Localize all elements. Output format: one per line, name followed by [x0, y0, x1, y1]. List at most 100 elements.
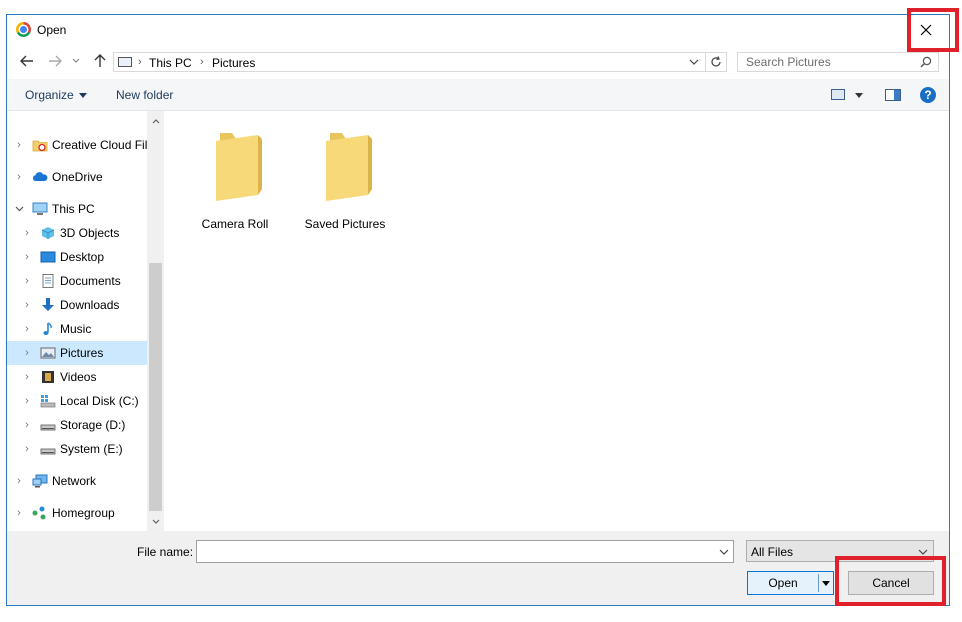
organize-button[interactable]: Organize: [25, 88, 87, 102]
chevron-right-icon: ›: [25, 347, 29, 359]
file-name-input[interactable]: [197, 541, 720, 562]
music-icon: [40, 322, 56, 336]
recent-locations-button[interactable]: [71, 53, 81, 69]
documents-icon: [40, 274, 56, 288]
chrome-icon: [16, 22, 31, 37]
nav-label: OneDrive: [52, 170, 103, 184]
navigation-scrollbar[interactable]: [147, 111, 164, 531]
change-view-icon[interactable]: [831, 89, 845, 100]
chevron-down-icon: [14, 204, 24, 214]
nav-item-this-pc[interactable]: This PC: [7, 197, 147, 221]
chevron-right-icon: ›: [25, 275, 29, 287]
search-box[interactable]: [737, 52, 939, 72]
nav-item-onedrive[interactable]: › OneDrive: [7, 165, 147, 189]
back-arrow-icon: [20, 55, 33, 67]
refresh-button[interactable]: [705, 53, 726, 71]
up-button[interactable]: [92, 53, 108, 69]
address-bar[interactable]: › This PC › Pictures: [113, 52, 727, 72]
open-options-caret-icon[interactable]: [822, 581, 830, 586]
preview-pane-icon[interactable]: [885, 89, 901, 101]
chevron-right-icon: ›: [25, 371, 29, 383]
close-icon: [920, 24, 932, 36]
nav-label: Creative Cloud Fil: [52, 138, 148, 152]
chevron-right-icon: ›: [17, 475, 21, 487]
open-dialog: Open › This PC › Pictures Search Picture…: [6, 14, 950, 606]
nav-item-music[interactable]: › Music: [7, 317, 147, 341]
nav-label: Pictures: [60, 346, 104, 360]
file-name-combobox[interactable]: [196, 540, 734, 563]
chevron-down-icon: [918, 549, 928, 555]
search-input[interactable]: [738, 53, 921, 71]
this-pc-icon: [32, 202, 48, 216]
back-button[interactable]: [19, 53, 35, 69]
forward-button[interactable]: [47, 53, 63, 69]
nav-label: Documents: [60, 274, 121, 288]
nav-item-creative-cloud[interactable]: › Creative Cloud Fil: [7, 133, 147, 157]
address-dropdown-button[interactable]: [686, 54, 702, 70]
nav-label: Storage (D:): [60, 418, 126, 432]
nav-item-network[interactable]: › Network: [7, 469, 147, 493]
help-icon[interactable]: ?: [920, 87, 936, 103]
nav-item-desktop[interactable]: › Desktop: [7, 245, 147, 269]
videos-icon: [40, 370, 56, 384]
drive-icon: [40, 418, 56, 432]
folder-icon: [216, 133, 262, 201]
desktop-icon: [40, 250, 56, 264]
nav-item-pictures[interactable]: › Pictures: [7, 341, 147, 365]
chevron-right-icon: ›: [25, 323, 29, 335]
nav-item-3d-objects[interactable]: › 3D Objects: [7, 221, 147, 245]
close-button[interactable]: [903, 15, 949, 45]
folder-label: Saved Pictures: [304, 217, 386, 231]
forward-arrow-icon: [49, 55, 62, 67]
open-button[interactable]: Open: [747, 571, 834, 595]
command-bar: Organize New folder ?: [7, 79, 949, 111]
address-row: › This PC › Pictures: [7, 45, 949, 79]
file-list: Camera Roll Saved Pictures: [164, 111, 949, 531]
open-label: Open: [768, 576, 798, 590]
local-disk-icon: [40, 394, 56, 408]
nav-label: 3D Objects: [60, 226, 120, 240]
folder-camera-roll[interactable]: Camera Roll: [180, 129, 290, 239]
network-icon: [32, 474, 48, 488]
dialog-title: Open: [37, 23, 67, 37]
breadcrumb-this-pc[interactable]: This PC: [149, 56, 192, 70]
nav-item-documents[interactable]: › Documents: [7, 269, 147, 293]
file-type-select[interactable]: All Files: [746, 540, 934, 562]
nav-label: Network: [52, 474, 97, 488]
chevron-down-icon[interactable]: [718, 546, 730, 558]
file-name-label: File name:: [137, 545, 194, 559]
pictures-icon: [40, 346, 56, 360]
nav-item-storage-d[interactable]: › Storage (D:): [7, 413, 147, 437]
dialog-footer: File name: All Files Open Cancel: [7, 531, 949, 605]
breadcrumb-pictures[interactable]: Pictures: [212, 56, 255, 70]
nav-label: System (E:): [60, 442, 123, 456]
up-arrow-icon: [94, 54, 106, 67]
new-folder-button[interactable]: New folder: [116, 88, 173, 102]
chevron-right-icon: ›: [25, 251, 29, 263]
3d-objects-icon: [40, 226, 56, 240]
this-pc-icon: [118, 57, 132, 67]
view-options-dropdown[interactable]: [855, 93, 863, 98]
scroll-down-icon[interactable]: [147, 513, 164, 529]
folder-label: Camera Roll: [201, 217, 269, 231]
nav-label: Videos: [60, 370, 97, 384]
split-divider: [818, 574, 819, 592]
chevron-right-icon: ›: [17, 139, 21, 151]
nav-item-system-e[interactable]: › System (E:): [7, 437, 147, 461]
nav-label: This PC: [52, 202, 95, 216]
nav-label: Homegroup: [52, 506, 115, 520]
nav-item-homegroup[interactable]: › Homegroup: [7, 501, 147, 525]
scroll-up-icon[interactable]: [147, 113, 164, 129]
nav-item-local-disk-c[interactable]: › Local Disk (C:): [7, 389, 147, 413]
drive-icon: [40, 442, 56, 456]
homegroup-icon: [32, 506, 48, 520]
nav-item-downloads[interactable]: › Downloads: [7, 293, 147, 317]
folder-saved-pictures[interactable]: Saved Pictures: [290, 129, 400, 239]
scrollbar-thumb[interactable]: [149, 263, 162, 511]
navigation-pane: › Creative Cloud Fil › OneDrive This PC: [7, 111, 164, 531]
cancel-button[interactable]: Cancel: [848, 571, 934, 595]
nav-label: Downloads: [60, 298, 120, 312]
caret-down-icon: [78, 93, 87, 99]
nav-item-videos[interactable]: › Videos: [7, 365, 147, 389]
refresh-icon: [711, 56, 721, 67]
